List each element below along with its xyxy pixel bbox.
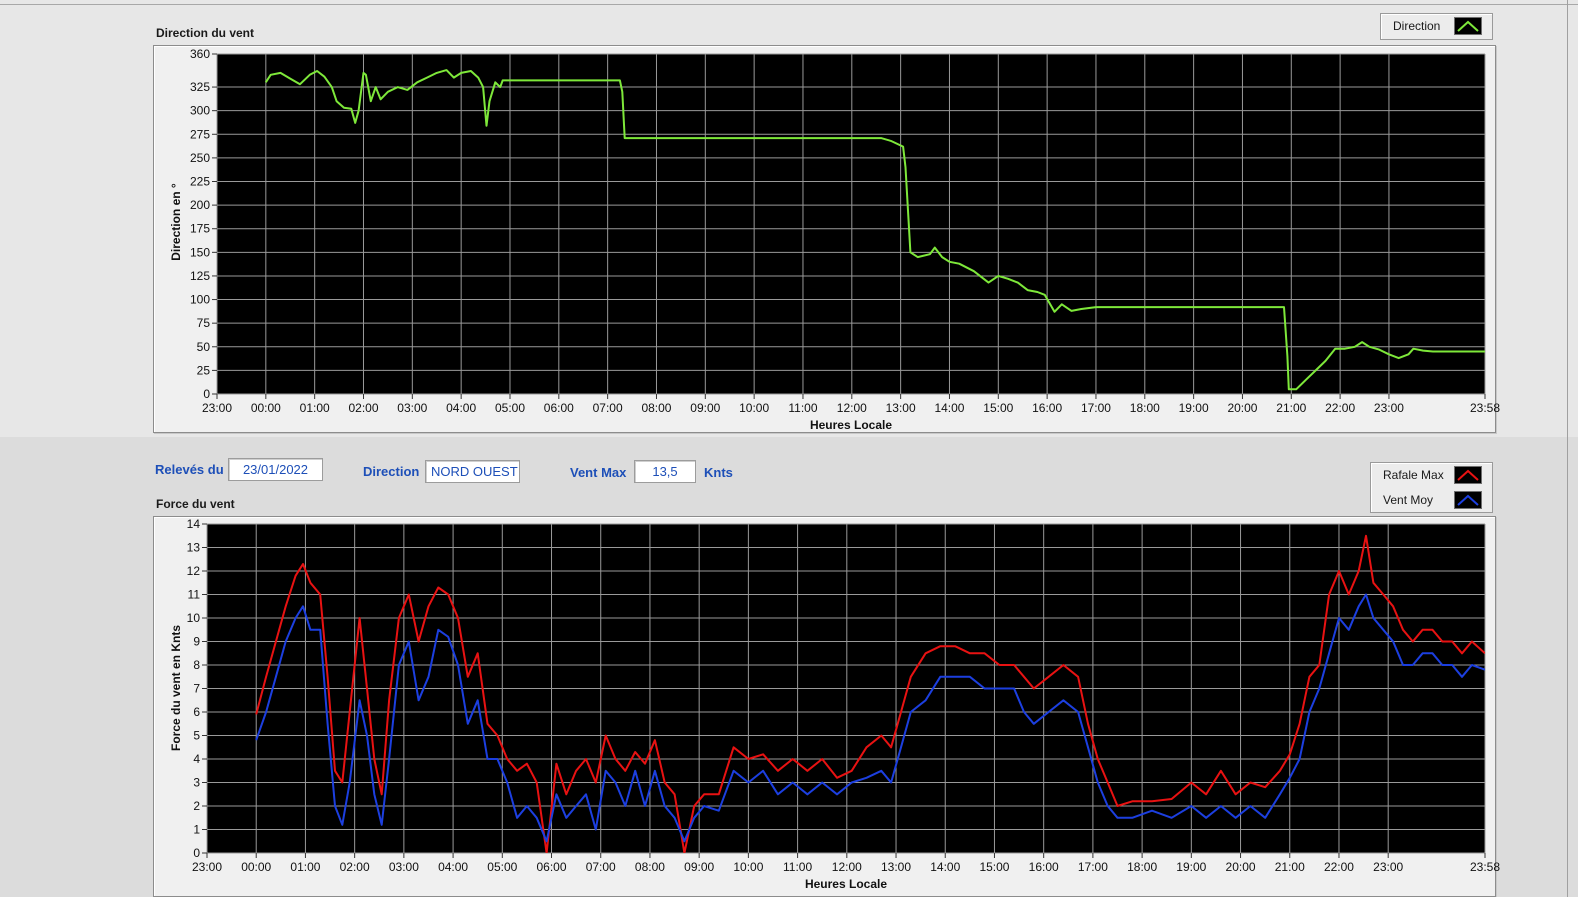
force-xtick-label-17: 16:00 xyxy=(1029,860,1059,874)
force-ytick-label-12: 12 xyxy=(187,564,201,578)
force-xtick-label-2: 01:00 xyxy=(290,860,320,874)
force-xtick-label-10: 09:00 xyxy=(684,860,714,874)
force-ytick-label-7: 7 xyxy=(193,682,200,696)
force-ytick-label-4: 4 xyxy=(193,752,200,766)
force-xtick-label-14: 13:00 xyxy=(881,860,911,874)
force-xtick-label-18: 17:00 xyxy=(1078,860,1108,874)
force-ytick-label-13: 13 xyxy=(187,541,201,555)
force-xtick-label-4: 03:00 xyxy=(389,860,419,874)
force-ytick-label-9: 9 xyxy=(193,635,200,649)
force-ytick-label-10: 10 xyxy=(187,611,201,625)
force-xtick-label-8: 07:00 xyxy=(586,860,616,874)
force-xtick-label-21: 20:00 xyxy=(1226,860,1256,874)
force-xtick-label-15: 14:00 xyxy=(930,860,960,874)
force-xtick-label-16: 15:00 xyxy=(979,860,1009,874)
force-ytick-label-2: 2 xyxy=(193,799,200,813)
force-xtick-label-1: 00:00 xyxy=(241,860,271,874)
force-ytick-label-6: 6 xyxy=(193,705,200,719)
force-xtick-label-19: 18:00 xyxy=(1127,860,1157,874)
force-xtick-label-7: 06:00 xyxy=(536,860,566,874)
force-xtick-label-25: 23:58 xyxy=(1470,860,1500,874)
force-xtick-label-5: 04:00 xyxy=(438,860,468,874)
force-chart: 0123456789101112131423:00 00:00 01:00 02:00… xyxy=(169,517,1500,891)
force-xtick-label-20: 19:00 xyxy=(1176,860,1206,874)
force-xtick-label-12: 11:00 xyxy=(783,860,812,874)
force-ytick-label-8: 8 xyxy=(193,658,200,672)
force-xtick-label-22: 21:00 xyxy=(1275,860,1305,874)
force-xtick-label-6: 05:00 xyxy=(487,860,517,874)
force-xtick-label-13: 12:00 xyxy=(832,860,862,874)
force-xtick-label-0: 23:00 xyxy=(192,860,222,874)
force-ytick-label-14: 14 xyxy=(187,517,201,531)
force-xtick-label-3: 02:00 xyxy=(340,860,370,874)
force-xtick-label-9: 08:00 xyxy=(635,860,665,874)
force-yaxis-title: Force du vent en Knts xyxy=(169,625,183,751)
force-ytick-label-11: 11 xyxy=(188,588,201,602)
force-ytick-label-3: 3 xyxy=(193,776,200,790)
force-xaxis-title: Heures Locale xyxy=(805,877,887,891)
force-ytick-label-5: 5 xyxy=(193,729,200,743)
force-xtick-label-24: 23:00 xyxy=(1373,860,1403,874)
force-xtick-label-11: 10:00 xyxy=(733,860,763,874)
force-xtick-label-23: 22:00 xyxy=(1324,860,1354,874)
force-ytick-label-0: 0 xyxy=(193,846,200,860)
force-ytick-label-1: 1 xyxy=(193,823,200,837)
